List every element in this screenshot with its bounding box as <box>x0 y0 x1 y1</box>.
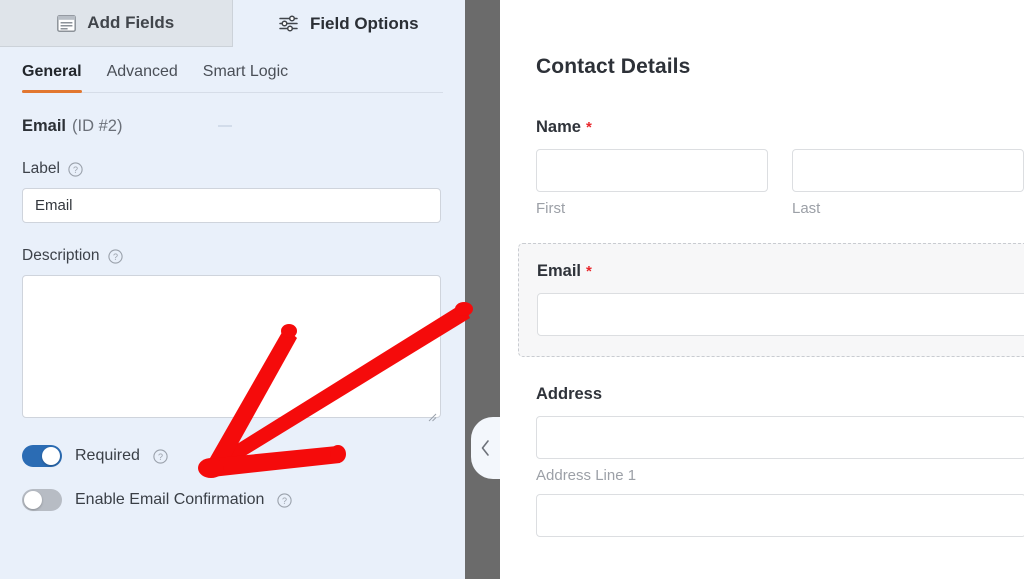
name-last-col: Last <box>792 149 1024 217</box>
form-preview-panel: Contact Details Name * First Last Email … <box>500 0 1024 579</box>
preview-field-address-label-text: Address <box>536 385 603 403</box>
tab-add-fields-label: Add Fields <box>87 13 175 32</box>
subtab-general[interactable]: General <box>22 63 82 93</box>
preview-field-email-label-text: Email <box>537 262 582 280</box>
field-options-subtabs: General Advanced Smart Logic <box>22 47 443 93</box>
form-title: Contact Details <box>536 55 691 78</box>
enable-email-confirmation-toggle[interactable] <box>22 489 62 511</box>
toggle-knob <box>24 491 42 509</box>
name-last-input[interactable] <box>792 149 1024 192</box>
description-textarea[interactable] <box>22 275 441 418</box>
label-option-heading: Label ? <box>22 160 443 178</box>
field-options-panel: Add Fields Field Options General Advance… <box>0 0 465 579</box>
form-builder-app: Add Fields Field Options General Advance… <box>0 0 1024 579</box>
field-header-id: (ID #2) <box>72 117 123 135</box>
subtab-smart-logic-label: Smart Logic <box>202 63 289 80</box>
preview-field-address-label: Address <box>536 385 1024 404</box>
required-toggle[interactable] <box>22 445 62 467</box>
chevron-left-icon <box>480 439 492 457</box>
field-options-body: Email (ID #2) Label ? Description <box>0 117 465 511</box>
toggle-knob <box>42 447 60 465</box>
address-line1-input[interactable] <box>536 416 1024 459</box>
collapse-panel-button[interactable] <box>471 417 500 479</box>
svg-text:?: ? <box>113 252 118 262</box>
subtab-advanced[interactable]: Advanced <box>107 63 178 92</box>
required-indicator: * <box>585 119 592 136</box>
address-line1-sublabel: Address Line 1 <box>536 467 637 484</box>
panel-divider <box>465 0 500 579</box>
required-indicator: * <box>586 263 592 280</box>
required-toggle-row: Required ? <box>22 445 443 467</box>
subtab-smart-logic[interactable]: Smart Logic <box>203 63 288 92</box>
field-header-name: Email <box>22 117 67 135</box>
field-header: Email (ID #2) <box>22 117 443 136</box>
address-line2-input[interactable] <box>536 494 1024 537</box>
name-subfields-row: First Last <box>536 149 1024 217</box>
address-line2-block <box>536 494 1024 537</box>
label-option-heading-text: Label <box>22 160 60 177</box>
description-wrapper <box>22 265 441 423</box>
preview-field-name-label-text: Name <box>536 118 581 136</box>
description-option-heading: Description ? <box>22 247 443 265</box>
question-circle-icon[interactable]: ? <box>277 492 293 508</box>
email-input[interactable] <box>537 293 1024 336</box>
tab-add-fields[interactable]: Add Fields <box>0 0 233 47</box>
name-first-input[interactable] <box>536 149 768 192</box>
address-line1-block: Address Line 1 <box>536 416 1024 484</box>
required-toggle-label: Required <box>75 447 140 464</box>
enable-email-confirmation-label: Enable Email Confirmation <box>75 491 265 508</box>
preview-field-name-label: Name * <box>536 118 1024 137</box>
name-last-sublabel: Last <box>792 200 821 217</box>
subtab-general-label: General <box>22 63 82 80</box>
preview-field-email-label: Email * <box>537 262 1024 281</box>
question-circle-icon[interactable]: ? <box>153 448 168 464</box>
email-confirmation-toggle-row: Enable Email Confirmation ? <box>22 489 443 511</box>
svg-text:?: ? <box>282 496 287 506</box>
question-circle-icon[interactable]: ? <box>107 248 123 264</box>
email-input-wrap <box>537 293 1024 336</box>
preview-field-address[interactable]: Address Address Line 1 <box>536 385 1024 537</box>
name-first-sublabel: First <box>536 200 566 217</box>
svg-text:?: ? <box>73 165 78 175</box>
preview-field-name[interactable]: Name * First Last <box>536 118 1024 217</box>
tab-field-options-label: Field Options <box>309 13 419 33</box>
label-input[interactable] <box>22 188 441 223</box>
preview-field-email[interactable]: Email * <box>518 243 1024 357</box>
sliders-icon <box>279 15 299 32</box>
builder-main-tabs: Add Fields Field Options <box>0 0 465 47</box>
description-option-heading-text: Description <box>22 247 100 264</box>
subtab-advanced-label: Advanced <box>106 63 178 80</box>
svg-text:?: ? <box>158 452 163 462</box>
field-header-divider-mark <box>218 125 232 127</box>
name-first-col: First <box>536 149 768 217</box>
list-panel-icon <box>57 14 77 32</box>
question-circle-icon[interactable]: ? <box>68 161 83 177</box>
tab-field-options[interactable]: Field Options <box>232 0 465 47</box>
